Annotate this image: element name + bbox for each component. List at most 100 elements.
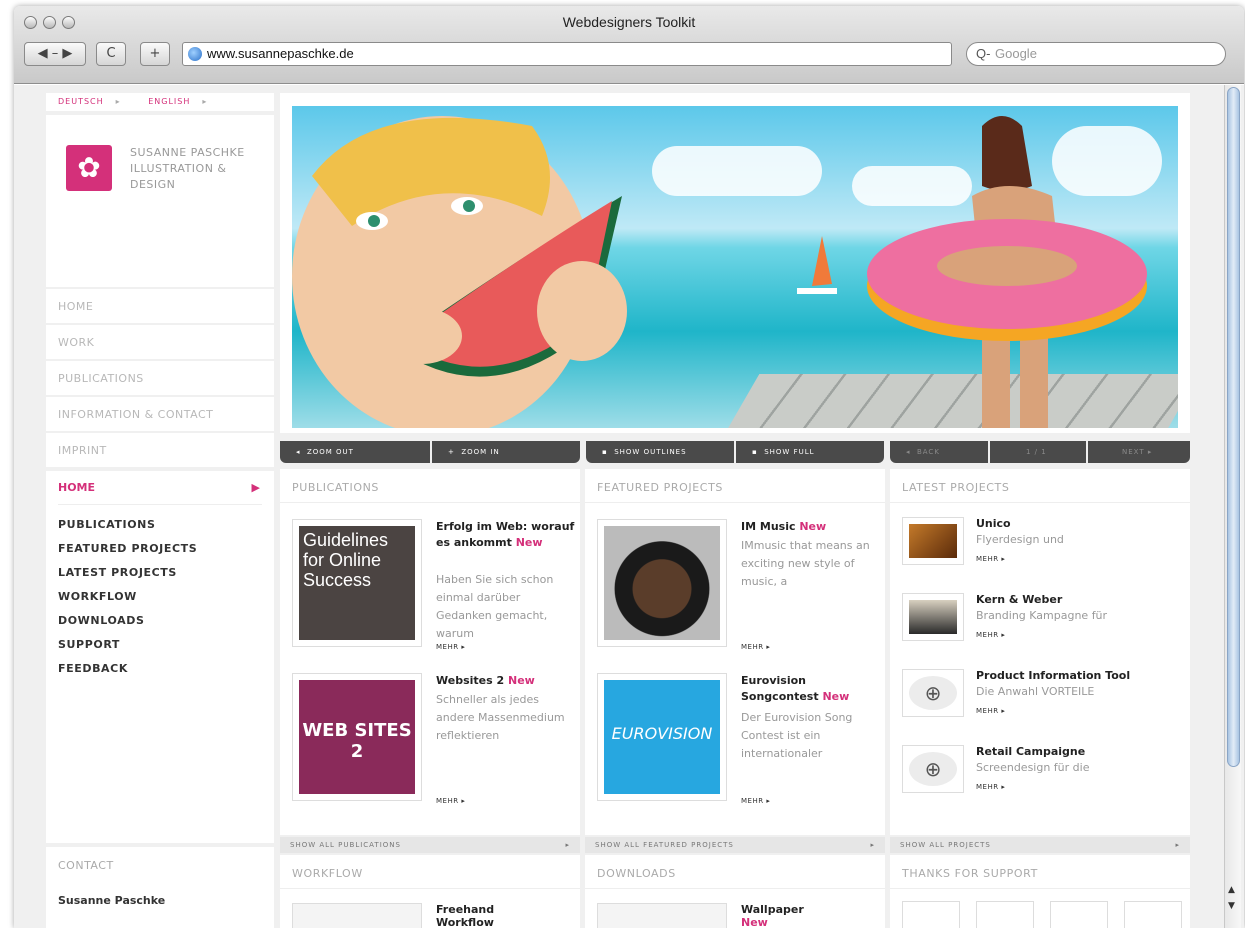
logo-mark-icon: ✿	[66, 145, 112, 191]
featured-desc: IMmusic that means an exciting new style…	[741, 539, 870, 588]
main-nav: HOME WORK PUBLICATIONS INFORMATION & CON…	[46, 289, 274, 467]
subnav-workflow[interactable]: WORKFLOW	[58, 585, 262, 609]
hero-toolbar: ◂ ZOOM OUT + ZOOM IN ▪ SHOW OUTLINES ▪ S…	[280, 441, 1190, 463]
lang-english-link[interactable]: ENGLISH	[148, 97, 190, 106]
publication-item[interactable]: WEB SITES 2 Websites 2 New Schneller als…	[292, 673, 572, 813]
title-bar: Webdesigners Toolkit ◀ – ▶ C + www.susan…	[14, 6, 1244, 84]
hero-panel	[280, 93, 1190, 433]
supporter-logo[interactable]	[1050, 901, 1108, 928]
latest-item[interactable]: Kern & Weber Branding Kampagne für MEHR …	[902, 593, 1182, 663]
nav-item-home[interactable]: HOME	[46, 289, 274, 323]
more-link[interactable]: MEHR ▸	[976, 555, 1005, 563]
workflow-heading: WORKFLOW	[280, 855, 580, 889]
search-icon: Q-	[976, 46, 991, 61]
supporter-logo[interactable]	[1124, 901, 1182, 928]
subnav-feedback[interactable]: FEEDBACK	[58, 657, 262, 681]
subnav-publications[interactable]: PUBLICATIONS	[58, 513, 262, 537]
more-link[interactable]: MEHR ▸	[976, 707, 1005, 715]
subnav-latest-projects[interactable]: LATEST PROJECTS	[58, 561, 262, 585]
subnav-support[interactable]: SUPPORT	[58, 633, 262, 657]
support-heading: THANKS FOR SUPPORT	[890, 855, 1190, 889]
nav-item-information-contact[interactable]: INFORMATION & CONTACT	[46, 397, 274, 431]
more-link[interactable]: MEHR ▸	[741, 643, 770, 651]
lang-deutsch-link[interactable]: DEUTSCH	[58, 97, 104, 106]
downloads-heading: DOWNLOADS	[585, 855, 885, 889]
publication-title: Erfolg im Web: worauf es ankommt New	[436, 520, 575, 549]
scroll-up-arrow-icon[interactable]: ▲	[1228, 885, 1235, 895]
search-placeholder: Google	[995, 46, 1037, 61]
latest-thumb	[902, 517, 964, 565]
more-link[interactable]: MEHR ▸	[436, 643, 465, 651]
subnav-home[interactable]: HOME ▶	[58, 471, 262, 505]
publications-panel: PUBLICATIONS Guidelines for Online Succe…	[280, 469, 580, 835]
downloads-thumb	[597, 903, 727, 928]
workflow-title[interactable]: Freehand Workflow	[436, 903, 516, 928]
featured-item[interactable]: EUROVISION Eurovision Songcontest New De…	[597, 673, 877, 813]
subnav-featured-projects[interactable]: FEATURED PROJECTS	[58, 537, 262, 561]
more-link[interactable]: MEHR ▸	[436, 797, 465, 805]
latest-item[interactable]: Unico Flyerdesign und MEHR ▸	[902, 517, 1182, 587]
featured-heading: FEATURED PROJECTS	[585, 469, 885, 503]
mercedes-logo-icon: ⊕	[902, 669, 964, 717]
zoom-out-button[interactable]: ◂ ZOOM OUT	[280, 441, 430, 463]
language-switcher: DEUTSCH ▸ ENGLISH ▸	[46, 93, 274, 111]
featured-title: Eurovision Songcontest New	[741, 674, 850, 703]
logo-text: SUSANNE PASCHKE ILLUSTRATION & DESIGN	[130, 146, 245, 191]
vertical-scrollbar[interactable]: ▲ ▼	[1224, 85, 1241, 928]
publication-desc: Schneller als jedes andere Massenmedium …	[436, 693, 565, 742]
url-field[interactable]: www.susannepaschke.de	[182, 42, 952, 66]
more-link[interactable]: MEHR ▸	[741, 797, 770, 805]
support-panel: THANKS FOR SUPPORT	[890, 855, 1190, 928]
supporter-logo[interactable]	[902, 901, 960, 928]
supporter-logo[interactable]	[976, 901, 1034, 928]
next-button[interactable]: NEXT ▸	[1088, 441, 1190, 463]
publications-heading: PUBLICATIONS	[280, 469, 580, 503]
latest-item[interactable]: ⊕ Product Information Tool Die Anwahl VO…	[902, 669, 1182, 739]
workflow-panel: WORKFLOW Freehand Workflow	[280, 855, 580, 928]
publication-cover: Guidelines for Online Success	[292, 519, 422, 647]
sub-nav: HOME ▶ PUBLICATIONS FEATURED PROJECTS LA…	[46, 471, 274, 843]
subnav-downloads[interactable]: DOWNLOADS	[58, 609, 262, 633]
scroll-down-arrow-icon[interactable]: ▼	[1228, 901, 1235, 911]
show-all-featured-link[interactable]: SHOW ALL FEATURED PROJECTS ▸	[585, 837, 885, 853]
search-input[interactable]: Q- Google	[966, 42, 1226, 66]
url-text: www.susannepaschke.de	[207, 46, 354, 61]
show-all-projects-link[interactable]: SHOW ALL PROJECTS ▸	[890, 837, 1190, 853]
latest-thumb	[902, 593, 964, 641]
show-full-button[interactable]: ▪ SHOW FULL	[736, 441, 884, 463]
publication-desc: Haben Sie sich schon einmal darüber Geda…	[436, 573, 554, 640]
page-indicator: 1 / 1	[990, 441, 1086, 463]
prev-button[interactable]: ◂ BACK	[890, 441, 988, 463]
contact-heading: CONTACT	[58, 859, 114, 872]
nav-item-publications[interactable]: PUBLICATIONS	[46, 361, 274, 395]
logo-area[interactable]: ✿ SUSANNE PASCHKE ILLUSTRATION & DESIGN	[46, 115, 274, 287]
hero-illustration	[292, 106, 1178, 428]
publication-title: Websites 2 New	[436, 674, 535, 687]
featured-thumb: EUROVISION	[597, 673, 727, 801]
publication-item[interactable]: Guidelines for Online Success Erfolg im …	[292, 519, 574, 659]
back-forward-button[interactable]: ◀ – ▶	[24, 42, 86, 66]
featured-thumb	[597, 519, 727, 647]
nav-item-imprint[interactable]: IMPRINT	[46, 433, 274, 467]
mercedes-logo-icon: ⊕	[902, 745, 964, 793]
globe-icon	[188, 47, 202, 61]
show-all-publications-link[interactable]: SHOW ALL PUBLICATIONS ▸	[280, 837, 580, 853]
browser-window: Webdesigners Toolkit ◀ – ▶ C + www.susan…	[14, 6, 1244, 928]
downloads-panel: DOWNLOADS Wallpaper New	[585, 855, 885, 928]
more-link[interactable]: MEHR ▸	[976, 631, 1005, 639]
more-link[interactable]: MEHR ▸	[976, 783, 1005, 791]
zoom-in-button[interactable]: + ZOOM IN	[432, 441, 580, 463]
featured-projects-panel: FEATURED PROJECTS IM Music New IMmusic t…	[585, 469, 885, 835]
latest-item[interactable]: ⊕ Retail Campaigne Screendesign für die …	[902, 745, 1182, 815]
featured-title: IM Music New	[741, 520, 827, 533]
add-bookmark-button[interactable]: +	[140, 42, 170, 66]
workflow-thumb	[292, 903, 422, 928]
reload-button[interactable]: C	[96, 42, 126, 66]
featured-desc: Der Eurovision Song Contest ist ein inte…	[741, 711, 853, 760]
nav-item-work[interactable]: WORK	[46, 325, 274, 359]
latest-projects-panel: LATEST PROJECTS Unico Flyerdesign und ME…	[890, 469, 1190, 835]
featured-item[interactable]: IM Music New IMmusic that means an excit…	[597, 519, 877, 659]
downloads-title[interactable]: Wallpaper New	[741, 903, 804, 928]
scrollbar-thumb[interactable]	[1227, 87, 1240, 767]
show-outlines-button[interactable]: ▪ SHOW OUTLINES	[586, 441, 734, 463]
